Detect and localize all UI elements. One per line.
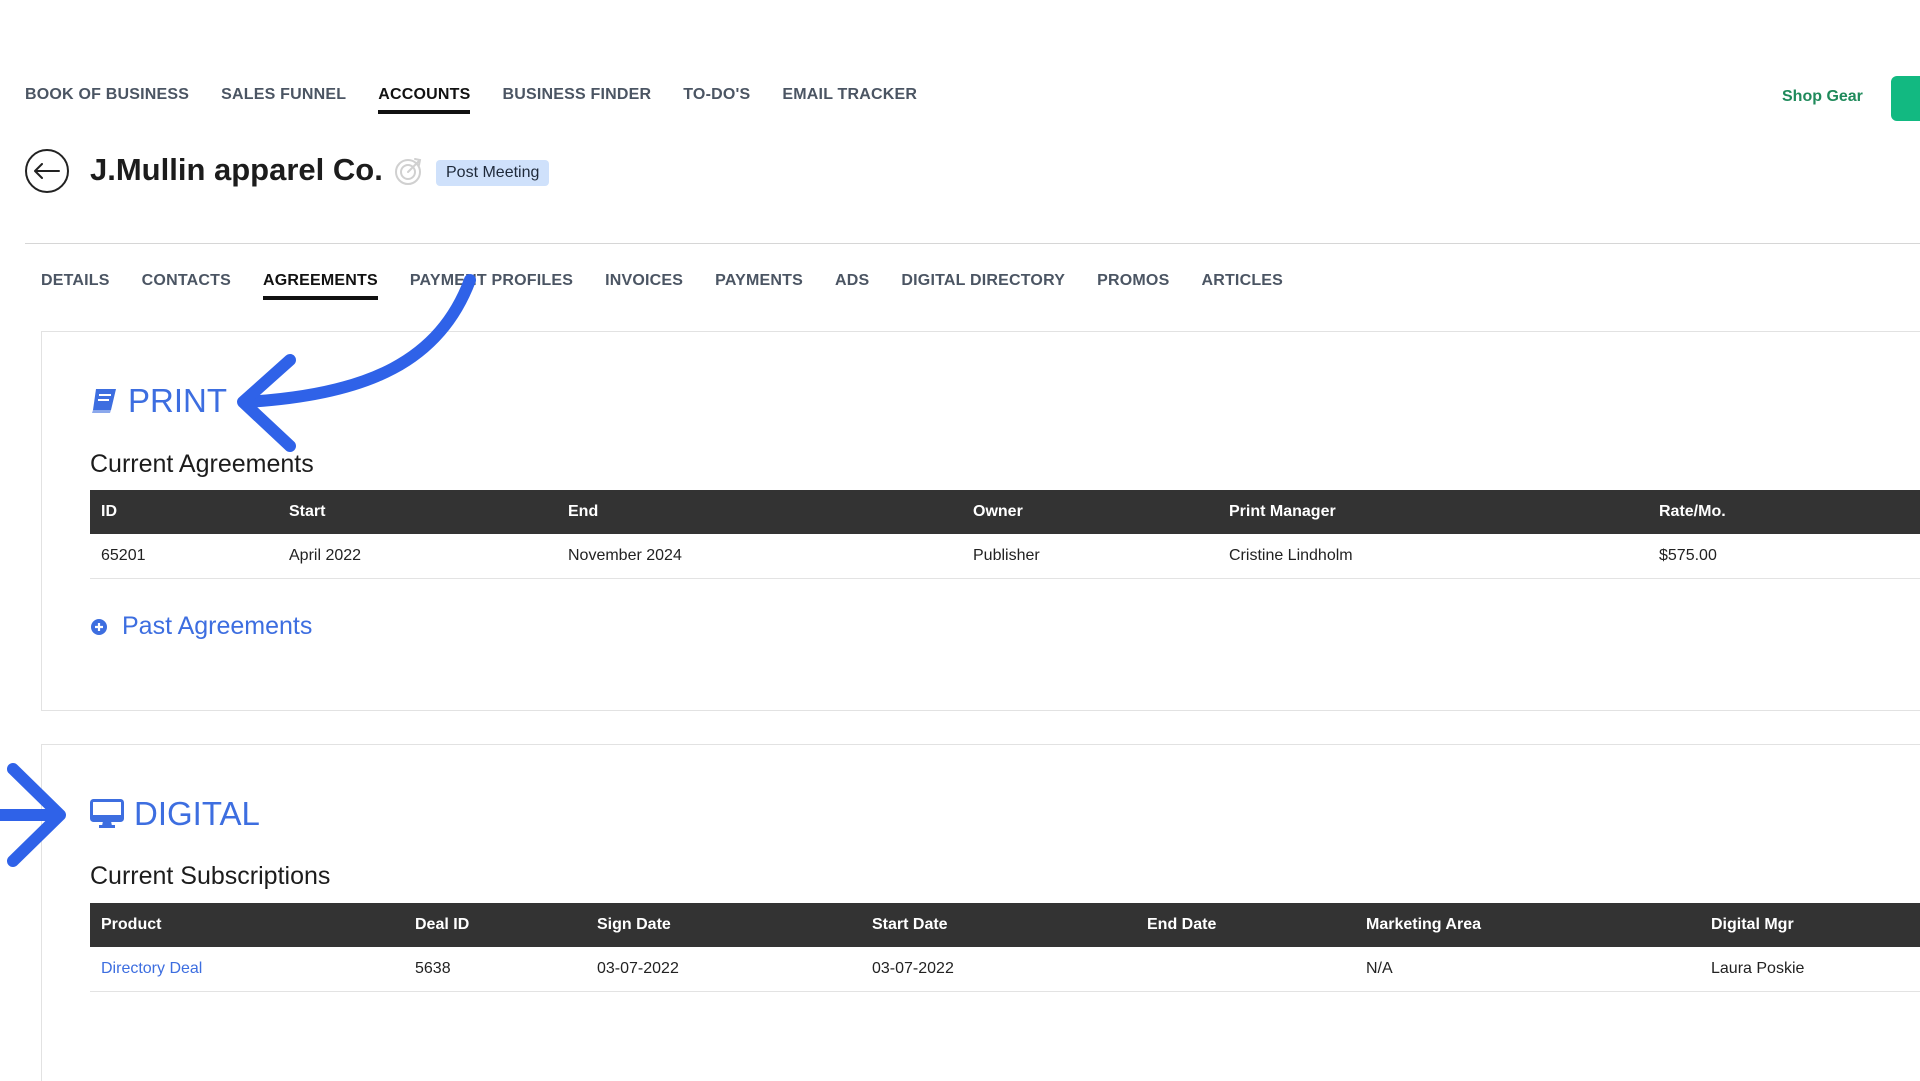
current-subscriptions-heading: Current Subscriptions	[90, 862, 331, 890]
table-cell: Cristine Lindholm	[1218, 534, 1648, 579]
table-header-row: ID Start End Owner Print Manager Rate/Mo…	[90, 490, 1920, 534]
column-header[interactable]: ID	[90, 490, 278, 534]
tab-promos[interactable]: PROMOS	[1097, 272, 1169, 300]
table-header-row: Product Deal ID Sign Date Start Date End…	[90, 903, 1920, 947]
shop-gear-link[interactable]: Shop Gear	[1782, 88, 1863, 106]
page-title: J.Mullin apparel Co.	[90, 152, 383, 187]
product-link[interactable]: Directory Deal	[90, 947, 404, 992]
table-cell: N/A	[1355, 947, 1700, 992]
print-section-title: PRINT	[90, 382, 227, 420]
nav-to-dos[interactable]: TO-DO'S	[683, 86, 750, 114]
table-cell: $575.00	[1648, 534, 1920, 579]
table-cell: Laura Poskie	[1700, 947, 1920, 992]
arrow-left-icon	[34, 163, 60, 179]
nav-business-finder[interactable]: BUSINESS FINDER	[502, 86, 651, 114]
target-icon[interactable]	[394, 156, 424, 186]
current-agreements-heading: Current Agreements	[90, 450, 314, 478]
table-cell: Publisher	[962, 534, 1218, 579]
column-header[interactable]: Digital Mgr	[1700, 903, 1920, 947]
past-agreements-toggle[interactable]: Past Agreements	[90, 612, 312, 641]
book-icon	[92, 389, 116, 413]
column-header[interactable]: End	[557, 490, 962, 534]
nav-email-tracker[interactable]: EMAIL TRACKER	[782, 86, 917, 114]
column-header[interactable]: Print Manager	[1218, 490, 1648, 534]
plus-circle-icon	[91, 618, 107, 635]
table-cell: 65201	[90, 534, 278, 579]
nav-book-of-business[interactable]: BOOK OF BUSINESS	[25, 86, 189, 114]
table-cell: April 2022	[278, 534, 557, 579]
past-agreements-label: Past Agreements	[122, 612, 313, 640]
digital-title: DIGITAL	[134, 795, 260, 832]
table-cell	[1136, 947, 1355, 992]
tab-invoices[interactable]: INVOICES	[605, 272, 683, 300]
top-nav: BOOK OF BUSINESS SALES FUNNEL ACCOUNTS B…	[25, 86, 949, 114]
column-header[interactable]: Start Date	[861, 903, 1136, 947]
table-cell: 5638	[404, 947, 586, 992]
header-divider	[25, 243, 1920, 244]
table-cell: 03-07-2022	[586, 947, 861, 992]
print-title: PRINT	[128, 382, 227, 419]
current-agreements-table: ID Start End Owner Print Manager Rate/Mo…	[90, 490, 1920, 579]
tab-payment-profiles[interactable]: PAYMENT PROFILES	[410, 272, 573, 300]
back-button[interactable]	[25, 149, 69, 193]
tab-ads[interactable]: ADS	[835, 272, 869, 300]
tab-details[interactable]: DETAILS	[41, 272, 110, 300]
tab-contacts[interactable]: CONTACTS	[142, 272, 231, 300]
column-header[interactable]: Sign Date	[586, 903, 861, 947]
column-header[interactable]: Owner	[962, 490, 1218, 534]
column-header[interactable]: Marketing Area	[1355, 903, 1700, 947]
status-badge: Post Meeting	[436, 160, 550, 186]
tab-articles[interactable]: ARTICLES	[1201, 272, 1283, 300]
tab-agreements[interactable]: AGREEMENTS	[262, 272, 378, 300]
monitor-icon	[90, 799, 124, 828]
digital-section-title: DIGITAL	[90, 795, 260, 833]
table-row[interactable]: 65201 April 2022 November 2024 Publisher…	[90, 534, 1920, 579]
table-cell: 03-07-2022	[861, 947, 1136, 992]
nav-sales-funnel[interactable]: SALES FUNNEL	[221, 86, 346, 114]
tab-payments[interactable]: PAYMENTS	[715, 272, 803, 300]
account-tabs: DETAILS CONTACTS AGREEMENTS PAYMENT PROF…	[41, 272, 1315, 300]
column-header[interactable]: Deal ID	[404, 903, 586, 947]
tab-digital-directory[interactable]: DIGITAL DIRECTORY	[901, 272, 1065, 300]
nav-accounts[interactable]: ACCOUNTS	[378, 86, 471, 114]
column-header[interactable]: Product	[90, 903, 404, 947]
column-header[interactable]: End Date	[1136, 903, 1355, 947]
column-header[interactable]: Start	[278, 490, 557, 534]
current-subscriptions-table: Product Deal ID Sign Date Start Date End…	[90, 903, 1920, 992]
primary-action-button[interactable]	[1891, 76, 1920, 121]
column-header[interactable]: Rate/Mo.	[1648, 490, 1920, 534]
table-row[interactable]: Directory Deal 5638 03-07-2022 03-07-202…	[90, 947, 1920, 992]
table-cell: November 2024	[557, 534, 962, 579]
